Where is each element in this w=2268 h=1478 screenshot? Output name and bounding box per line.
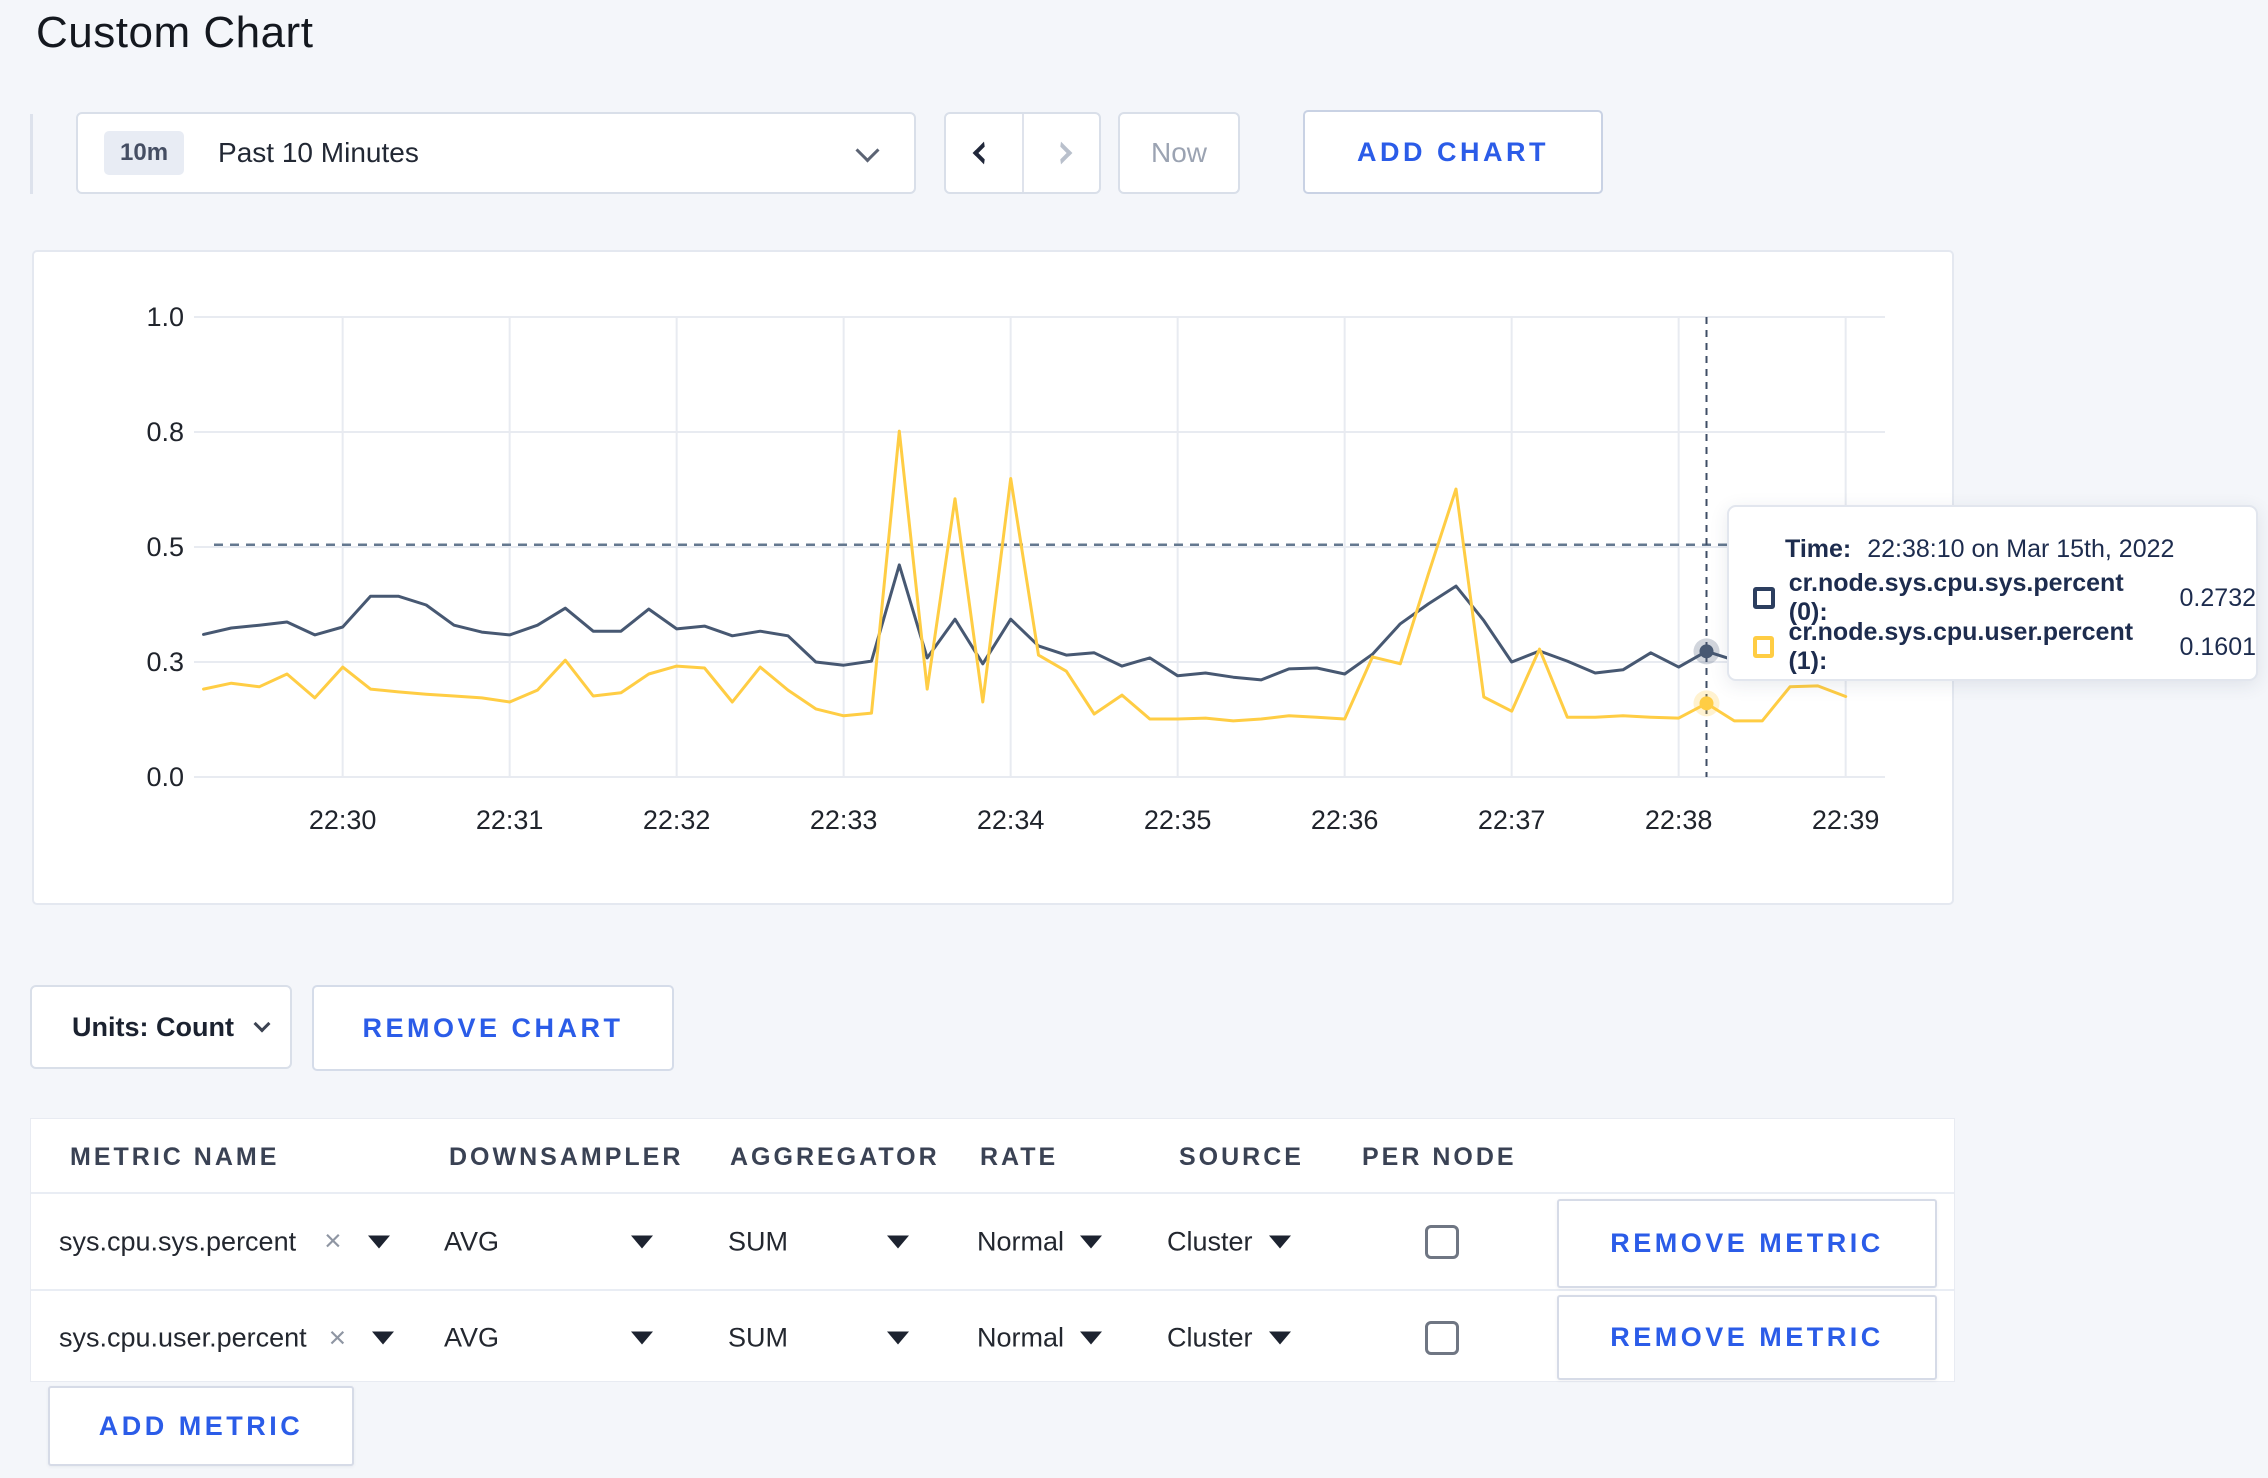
metric-row: sys.cpu.user.percent × AVG SUM Normal Cl… xyxy=(31,1293,1954,1383)
col-header-metric-name: METRIC NAME xyxy=(70,1143,280,1171)
aggregator-value: SUM xyxy=(728,1226,788,1256)
y-axis-tick-label: 1.0 xyxy=(146,302,184,332)
aggregator-value: SUM xyxy=(728,1322,788,1353)
caret-down-icon xyxy=(1080,1235,1103,1248)
y-axis-tick-label: 0.5 xyxy=(146,532,184,562)
source-select[interactable]: Cluster xyxy=(1167,1226,1291,1257)
remove-metric-button[interactable]: REMOVE METRIC xyxy=(1557,1295,1937,1380)
next-time-button[interactable] xyxy=(1021,114,1100,192)
caret-down-icon xyxy=(887,1235,909,1248)
x-axis-tick-label: 22:38 xyxy=(1644,805,1713,835)
x-axis-tick-label: 22:32 xyxy=(642,805,711,835)
source-value: Cluster xyxy=(1167,1322,1253,1353)
metric-name-select[interactable]: sys.cpu.sys.percent × xyxy=(59,1226,390,1257)
caret-down-icon xyxy=(887,1331,909,1345)
per-node-cell xyxy=(1425,1224,1459,1259)
sys-percent-series-swatch-icon xyxy=(1753,587,1775,609)
add-chart-button[interactable]: ADD CHART xyxy=(1303,110,1603,194)
remove-chart-button[interactable]: REMOVE CHART xyxy=(312,985,674,1071)
metric-name-select[interactable]: sys.cpu.user.percent × xyxy=(59,1322,395,1354)
x-axis-tick-label: 22:37 xyxy=(1477,805,1546,835)
clear-metric-icon[interactable]: × xyxy=(329,1323,347,1353)
chevron-down-icon xyxy=(855,138,880,163)
metric-name-label: sys.cpu.user.percent xyxy=(59,1322,307,1353)
x-axis-tick-label: 22:30 xyxy=(308,805,377,835)
downsampler-value: AVG xyxy=(444,1226,500,1256)
downsampler-select[interactable]: AVG xyxy=(444,1226,499,1257)
clear-metric-icon[interactable]: × xyxy=(324,1226,342,1257)
downsampler-select[interactable]: AVG xyxy=(444,1323,499,1354)
x-axis-tick-label: 22:31 xyxy=(475,805,544,835)
chevron-right-icon xyxy=(1049,141,1073,165)
time-range-label: Past 10 Minutes xyxy=(218,137,419,168)
units-select-label: Units: Count xyxy=(72,1011,234,1042)
col-header-aggregator: AGGREGATOR xyxy=(730,1143,940,1171)
col-header-rate: RATE xyxy=(980,1143,1059,1171)
col-header-per-node: PER NODE xyxy=(1362,1143,1517,1171)
add-metric-button[interactable]: ADD METRIC xyxy=(48,1386,354,1466)
rate-value: Normal xyxy=(977,1322,1065,1353)
caret-down-icon xyxy=(367,1235,390,1248)
y-axis-tick-label: 0.3 xyxy=(146,647,184,677)
source-value: Cluster xyxy=(1167,1226,1253,1256)
now-button[interactable]: Now xyxy=(1118,112,1240,194)
downsampler-caret[interactable] xyxy=(631,1235,653,1248)
aggregator-caret[interactable] xyxy=(887,1235,909,1248)
col-header-downsampler: DOWNSAMPLER xyxy=(449,1143,684,1171)
time-range-select[interactable]: 10m Past 10 Minutes xyxy=(76,112,916,194)
caret-down-icon xyxy=(1268,1331,1291,1345)
prev-time-button[interactable] xyxy=(946,114,1022,192)
downsampler-value: AVG xyxy=(444,1322,500,1353)
col-header-source: SOURCE xyxy=(1179,1143,1304,1171)
rate-select[interactable]: Normal xyxy=(977,1322,1103,1354)
tooltip-series-value: 0.2732 xyxy=(2179,583,2256,612)
metrics-table-header: METRIC NAME DOWNSAMPLER AGGREGATOR RATE … xyxy=(31,1119,1954,1194)
aggregator-select[interactable]: SUM xyxy=(728,1323,788,1354)
time-range-badge: 10m xyxy=(104,131,185,175)
tooltip-time-value: 22:38:10 on Mar 15th, 2022 xyxy=(1867,534,2175,563)
caret-down-icon xyxy=(1080,1331,1103,1345)
per-node-cell xyxy=(1425,1321,1459,1355)
per-node-checkbox[interactable] xyxy=(1425,1321,1459,1355)
caret-down-icon xyxy=(1268,1235,1291,1248)
rate-select[interactable]: Normal xyxy=(977,1226,1103,1257)
units-select[interactable]: Units: Count xyxy=(30,985,292,1069)
x-axis-tick-label: 22:36 xyxy=(1310,805,1379,835)
page-title: Custom Chart xyxy=(36,8,314,57)
chart-card: 0.0 0.3 0.5 0.8 1.0 22:30 22:31 22:32 22:33 22:34… xyxy=(32,250,1954,905)
chart-hover-tooltip: Time: 22:38:10 on Mar 15th, 2022 cr.node… xyxy=(1727,505,2258,681)
metrics-table: METRIC NAME DOWNSAMPLER AGGREGATOR RATE … xyxy=(30,1118,1955,1382)
caret-down-icon xyxy=(372,1331,395,1345)
source-select[interactable]: Cluster xyxy=(1167,1323,1291,1354)
y-axis-tick-label: 0.0 xyxy=(146,762,184,792)
x-axis-tick-label: 22:35 xyxy=(1143,805,1212,835)
aggregator-caret[interactable] xyxy=(887,1331,909,1345)
remove-metric-button[interactable]: REMOVE METRIC xyxy=(1557,1199,1937,1288)
caret-down-icon xyxy=(631,1235,653,1248)
metric-row: sys.cpu.sys.percent × AVG SUM Normal Clu… xyxy=(31,1194,1954,1291)
chevron-left-icon xyxy=(972,141,996,165)
chevron-down-icon xyxy=(253,1015,271,1033)
toolbar-divider xyxy=(30,114,33,194)
user-percent-series-swatch-icon xyxy=(1753,636,1775,658)
x-axis-tick-label: 22:33 xyxy=(809,805,878,835)
x-axis-tick-label: 22:34 xyxy=(976,805,1045,835)
x-axis-tick-label: 22:39 xyxy=(1811,805,1880,835)
per-node-checkbox[interactable] xyxy=(1425,1224,1459,1259)
tooltip-time-label: Time: xyxy=(1785,534,1852,563)
caret-down-icon xyxy=(631,1331,653,1345)
tooltip-series-name: cr.node.sys.cpu.user.percent (1): xyxy=(1788,618,2134,675)
y-axis-tick-label: 0.8 xyxy=(146,417,184,447)
metric-name-label: sys.cpu.sys.percent xyxy=(59,1226,297,1256)
aggregator-select[interactable]: SUM xyxy=(728,1226,788,1257)
tooltip-series-value: 0.1601 xyxy=(2179,632,2256,661)
time-pager xyxy=(944,112,1101,194)
downsampler-caret[interactable] xyxy=(631,1331,653,1345)
rate-value: Normal xyxy=(977,1226,1065,1256)
